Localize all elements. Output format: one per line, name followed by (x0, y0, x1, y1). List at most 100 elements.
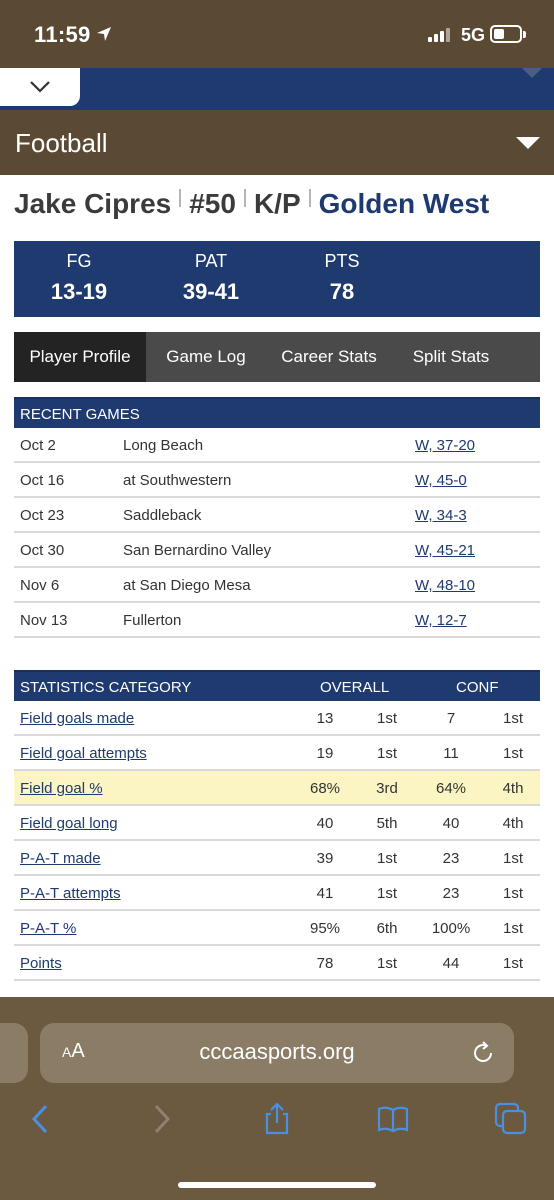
stat-category-link[interactable]: Points (20, 955, 62, 972)
stat-row: Field goal long 40 5th 40 4th (14, 806, 540, 841)
chevron-down-icon (30, 81, 50, 93)
player-name: Jake Cipres (14, 188, 172, 219)
bookmarks-icon[interactable] (376, 1102, 410, 1136)
stat-row: P-A-T attempts 41 1st 23 1st (14, 876, 540, 911)
stat-category-link[interactable]: P-A-T attempts (20, 885, 121, 902)
sport-selector[interactable]: Football (0, 110, 554, 175)
game-opponent: Saddleback (123, 507, 202, 524)
stat-overall-rank: 1st (376, 955, 397, 972)
stat-row: Field goal attempts 19 1st 11 1st (14, 736, 540, 771)
player-number: #50 (189, 188, 236, 219)
stat-overall-value: 68% (309, 780, 341, 797)
header-overall: OVERALL (320, 679, 390, 696)
status-bar: 11:59 5G (0, 0, 554, 68)
game-date: Oct 16 (20, 472, 65, 489)
summary-label: FG (66, 251, 92, 271)
game-opponent: San Bernardino Valley (123, 542, 272, 559)
stat-overall-value: 40 (316, 815, 334, 832)
tabs-icon[interactable] (494, 1102, 528, 1136)
player-heading: Jake Cipres #50 K/P Golden West (14, 186, 489, 222)
game-row: Oct 16 at Southwestern W, 45-0 (14, 463, 540, 498)
recent-games-table: RECENT GAMES Oct 2 Long Beach W, 37-20 Oct … (14, 397, 540, 638)
game-row: Oct 2 Long Beach W, 37-20 (14, 428, 540, 463)
caret-down-icon[interactable] (516, 137, 540, 149)
stat-row: Field goals made 13 1st 7 1st (14, 701, 540, 736)
tab-split-stats[interactable]: Split Stats (392, 332, 510, 382)
stat-overall-value: 41 (316, 885, 334, 902)
back-icon[interactable] (24, 1102, 58, 1136)
game-result-link[interactable]: W, 12-7 (415, 612, 467, 629)
game-opponent: at Southwestern (123, 472, 232, 489)
stat-conf-rank: 1st (502, 710, 523, 727)
game-opponent: Long Beach (123, 437, 204, 454)
stat-overall-rank: 6th (376, 920, 398, 937)
stat-category-link[interactable]: P-A-T % (20, 920, 76, 937)
stat-conf-value: 100% (431, 920, 471, 937)
address-bar[interactable]: AA cccaasports.org (40, 1023, 514, 1083)
tab-career-stats[interactable]: Career Stats (266, 332, 392, 382)
stat-overall-rank: 5th (376, 815, 398, 832)
stat-conf-value: 23 (442, 850, 460, 867)
stat-overall-rank: 1st (376, 850, 397, 867)
stat-category-link[interactable]: Field goal long (20, 815, 118, 832)
divider (308, 189, 311, 207)
stat-overall-value: 95% (309, 920, 341, 937)
stat-row: Points 78 1st 44 1st (14, 946, 540, 981)
summary-label: PAT (194, 251, 228, 271)
game-result-link[interactable]: W, 45-21 (415, 542, 475, 559)
game-result-link[interactable]: W, 48-10 (415, 577, 475, 594)
stat-category-link[interactable]: P-A-T made (20, 850, 101, 867)
game-result-link[interactable]: W, 45-0 (415, 472, 467, 489)
stat-overall-rank: 1st (376, 745, 397, 762)
status-time: 11:59 (34, 22, 91, 47)
stat-overall-value: 78 (316, 955, 334, 972)
home-indicator (178, 1182, 376, 1188)
stat-conf-value: 7 (446, 710, 456, 727)
battery-icon (490, 25, 526, 43)
header-conf: CONF (456, 679, 499, 696)
statistics-table: STATISTICS CATEGORY OVERALL CONF Field g… (14, 670, 540, 981)
game-row: Oct 30 San Bernardino Valley W, 45-21 (14, 533, 540, 568)
stat-overall-value: 39 (316, 850, 334, 867)
stat-conf-rank: 1st (502, 850, 523, 867)
summary-value: 13-19 (50, 279, 108, 304)
forward-icon[interactable] (144, 1102, 178, 1136)
stat-category-link[interactable]: Field goals made (20, 710, 134, 727)
dropdown-corner-icon (522, 68, 542, 78)
stat-conf-value: 44 (442, 955, 460, 972)
stat-row: Field goal % 68% 3rd 64% 4th (14, 771, 540, 806)
profile-tabs: Player Profile Game Log Career Stats Spl… (14, 332, 540, 382)
game-row: Nov 6 at San Diego Mesa W, 48-10 (14, 568, 540, 603)
stat-conf-rank: 1st (502, 885, 523, 902)
reload-icon[interactable] (470, 1040, 496, 1066)
divider (179, 189, 182, 207)
tab-game-log[interactable]: Game Log (146, 332, 266, 382)
sport-title: Football (15, 128, 108, 158)
player-team: Golden West (318, 188, 490, 219)
browser-toolbar: AA cccaasports.org (0, 997, 554, 1200)
summary-pts: PTS 78 (287, 241, 397, 317)
share-icon[interactable] (260, 1102, 294, 1136)
stat-overall-value: 13 (316, 710, 334, 727)
game-row: Nov 13 Fullerton W, 12-7 (14, 603, 540, 638)
summary-value: 78 (329, 279, 355, 304)
previous-tab-preview[interactable] (0, 1023, 28, 1083)
stat-overall-rank: 1st (376, 710, 397, 727)
stat-conf-value: 11 (443, 745, 459, 762)
game-opponent: Fullerton (123, 612, 182, 629)
cellular-signal-icon (428, 27, 450, 42)
stat-category-link[interactable]: Field goal % (20, 780, 103, 797)
stat-category-link[interactable]: Field goal attempts (20, 745, 147, 762)
menu-toggle-button[interactable] (0, 68, 80, 106)
game-result-link[interactable]: W, 37-20 (415, 437, 475, 454)
summary-label: PTS (324, 251, 360, 271)
location-arrow-icon (97, 27, 111, 41)
game-date: Oct 2 (20, 437, 56, 454)
recent-games-title: RECENT GAMES (20, 406, 140, 423)
game-result-link[interactable]: W, 34-3 (415, 507, 467, 524)
stat-overall-rank: 3rd (376, 780, 398, 797)
stat-row: P-A-T made 39 1st 23 1st (14, 841, 540, 876)
tab-player-profile[interactable]: Player Profile (14, 332, 146, 382)
game-date: Oct 30 (20, 542, 65, 559)
game-date: Nov 13 (20, 612, 68, 629)
